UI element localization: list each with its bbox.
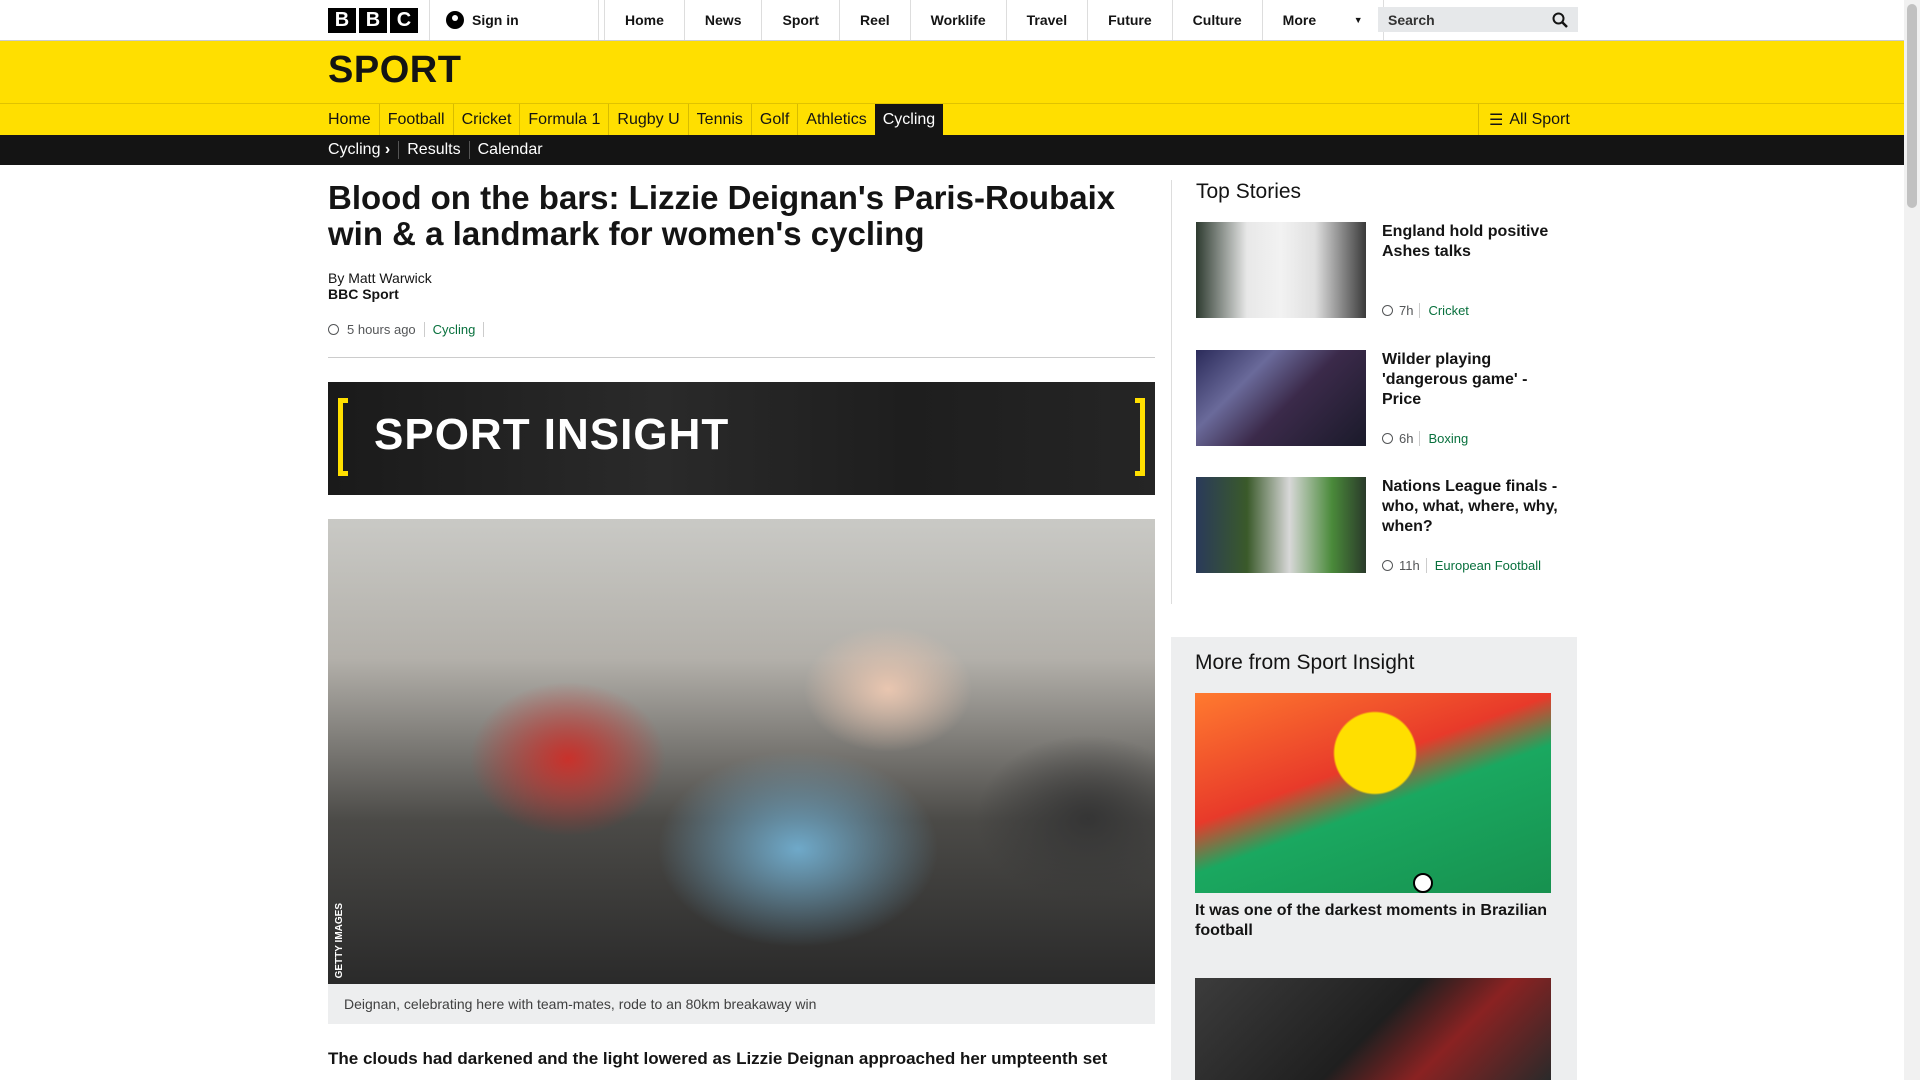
banner-text: SPORT INSIGHT xyxy=(374,410,730,459)
story-time: 6h xyxy=(1399,431,1414,446)
divider xyxy=(328,357,1155,358)
sport-nav-formula-1[interactable]: Formula 1 xyxy=(519,104,608,135)
image-caption: Deignan, celebrating here with team-mate… xyxy=(328,984,1155,1024)
sport-nav-football[interactable]: Football xyxy=(378,104,453,135)
nav-reel[interactable]: Reel xyxy=(839,0,910,40)
story-item[interactable]: Wilder playing 'dangerous game' - Price … xyxy=(1196,350,1576,446)
sport-nav-rugby-union[interactable]: Rugby U xyxy=(608,104,687,135)
bracket-right xyxy=(1135,398,1145,476)
story-time: 7h xyxy=(1399,303,1414,318)
nav-more-dropdown[interactable]: More ▼ xyxy=(1261,0,1384,40)
logo-letter: C xyxy=(390,8,418,33)
story-time: 11h xyxy=(1399,558,1420,573)
story-tag-link[interactable]: Boxing xyxy=(1419,431,1468,446)
story-title[interactable]: Nations League finals - who, what, where… xyxy=(1382,477,1562,537)
subnav-calendar[interactable]: Calendar xyxy=(468,141,551,159)
nav-more-label: More xyxy=(1282,12,1317,28)
all-sport-button[interactable]: ☰ All Sport xyxy=(1478,104,1580,135)
nav-home[interactable]: Home xyxy=(604,0,684,40)
article-time: 5 hours ago xyxy=(347,322,416,337)
article-lead: The clouds had darkened and the light lo… xyxy=(328,1049,1108,1068)
logo-letter: B xyxy=(328,8,356,33)
subnav-cycling-label: Cycling xyxy=(328,141,381,158)
sport-header: SPORT xyxy=(0,41,1904,103)
clock-icon xyxy=(1382,560,1393,571)
search-placeholder: Search xyxy=(1388,11,1435,28)
story-item[interactable]: England hold positive Ashes talks 7h Cri… xyxy=(1196,222,1576,318)
article-meta: 5 hours ago Cycling xyxy=(328,322,1155,337)
article-tag-link[interactable]: Cycling xyxy=(423,322,485,337)
article: Blood on the bars: Lizzie Deignan's Pari… xyxy=(328,180,1155,1087)
more-from-sport-insight: More from Sport Insight It was one of th… xyxy=(1171,637,1577,1080)
story-item[interactable]: Nations League finals - who, what, where… xyxy=(1196,477,1576,573)
sport-nav-tennis[interactable]: Tennis xyxy=(687,104,751,135)
scrollbar-thumb[interactable] xyxy=(1907,4,1917,208)
photo-credit: GETTY IMAGES xyxy=(334,902,345,978)
page-scrollbar[interactable] xyxy=(1904,0,1920,1080)
nav-sport[interactable]: Sport xyxy=(761,0,839,40)
story-thumbnail[interactable] xyxy=(1196,477,1366,573)
bracket-left xyxy=(338,398,348,476)
chevron-right-icon: › xyxy=(384,141,391,158)
sport-nav-cricket[interactable]: Cricket xyxy=(452,104,520,135)
byline: By Matt Warwick BBC Sport xyxy=(328,270,1155,302)
sign-in-label: Sign in xyxy=(472,12,519,28)
global-header: B B C Sign in Home News Sport Reel Workl… xyxy=(0,0,1904,41)
more-from-heading: More from Sport Insight xyxy=(1195,651,1415,674)
sport-title[interactable]: SPORT xyxy=(328,49,461,92)
bbc-logo[interactable]: B B C xyxy=(328,8,418,33)
feature-title[interactable]: It was one of the darkest moments in Bra… xyxy=(1195,901,1551,941)
story-tag-link[interactable]: European Football xyxy=(1425,558,1541,573)
nav-future[interactable]: Future xyxy=(1087,0,1172,40)
cycling-subnav: Cycling › Results Calendar xyxy=(0,135,1904,165)
sport-nav-home[interactable]: Home xyxy=(328,104,379,135)
top-stories: Top Stories England hold positive Ashes … xyxy=(1171,180,1578,604)
story-meta: 11h European Football xyxy=(1382,558,1541,573)
story-tag-link[interactable]: Cricket xyxy=(1419,303,1469,318)
feature-image[interactable] xyxy=(1195,693,1551,893)
nav-culture[interactable]: Culture xyxy=(1171,0,1262,40)
article-hero-image: GETTY IMAGES xyxy=(328,519,1155,984)
author: By Matt Warwick xyxy=(328,270,432,286)
sport-nav-athletics[interactable]: Athletics xyxy=(797,104,874,135)
sport-nav-golf[interactable]: Golf xyxy=(750,104,797,135)
top-stories-heading: Top Stories xyxy=(1196,180,1302,203)
sport-nav: Home Football Cricket Formula 1 Rugby U … xyxy=(0,103,1904,135)
feature-image[interactable] xyxy=(1195,978,1551,1080)
source: BBC Sport xyxy=(328,286,399,302)
menu-icon: ☰ xyxy=(1489,111,1504,129)
nav-travel[interactable]: Travel xyxy=(1005,0,1087,40)
clock-icon xyxy=(1382,305,1393,316)
story-meta: 6h Boxing xyxy=(1382,431,1468,446)
nav-news[interactable]: News xyxy=(683,0,762,40)
story-meta: 7h Cricket xyxy=(1382,303,1469,318)
search-input[interactable]: Search xyxy=(1378,7,1578,32)
chevron-down-icon: ▼ xyxy=(1353,15,1363,25)
all-sport-label: All Sport xyxy=(1509,110,1570,128)
clock-icon xyxy=(328,324,339,335)
story-thumbnail[interactable] xyxy=(1196,350,1366,446)
clock-icon xyxy=(1382,433,1393,444)
logo-letter: B xyxy=(359,8,387,33)
football-icon xyxy=(1413,873,1433,893)
story-title[interactable]: Wilder playing 'dangerous game' - Price xyxy=(1382,350,1562,410)
subnav-results[interactable]: Results xyxy=(398,141,468,159)
sport-insight-banner: SPORT INSIGHT xyxy=(328,382,1155,495)
sport-nav-cycling[interactable]: Cycling xyxy=(874,104,944,135)
sign-in-button[interactable]: Sign in xyxy=(429,0,599,40)
article-headline: Blood on the bars: Lizzie Deignan's Pari… xyxy=(328,179,1116,252)
global-nav: Home News Sport Reel Worklife Travel Fut… xyxy=(604,0,1384,40)
story-title[interactable]: England hold positive Ashes talks xyxy=(1382,222,1562,262)
user-icon xyxy=(446,11,464,29)
search-icon[interactable] xyxy=(1552,12,1568,28)
story-thumbnail[interactable] xyxy=(1196,222,1366,318)
subnav-cycling[interactable]: Cycling › xyxy=(328,141,398,159)
nav-worklife[interactable]: Worklife xyxy=(909,0,1006,40)
